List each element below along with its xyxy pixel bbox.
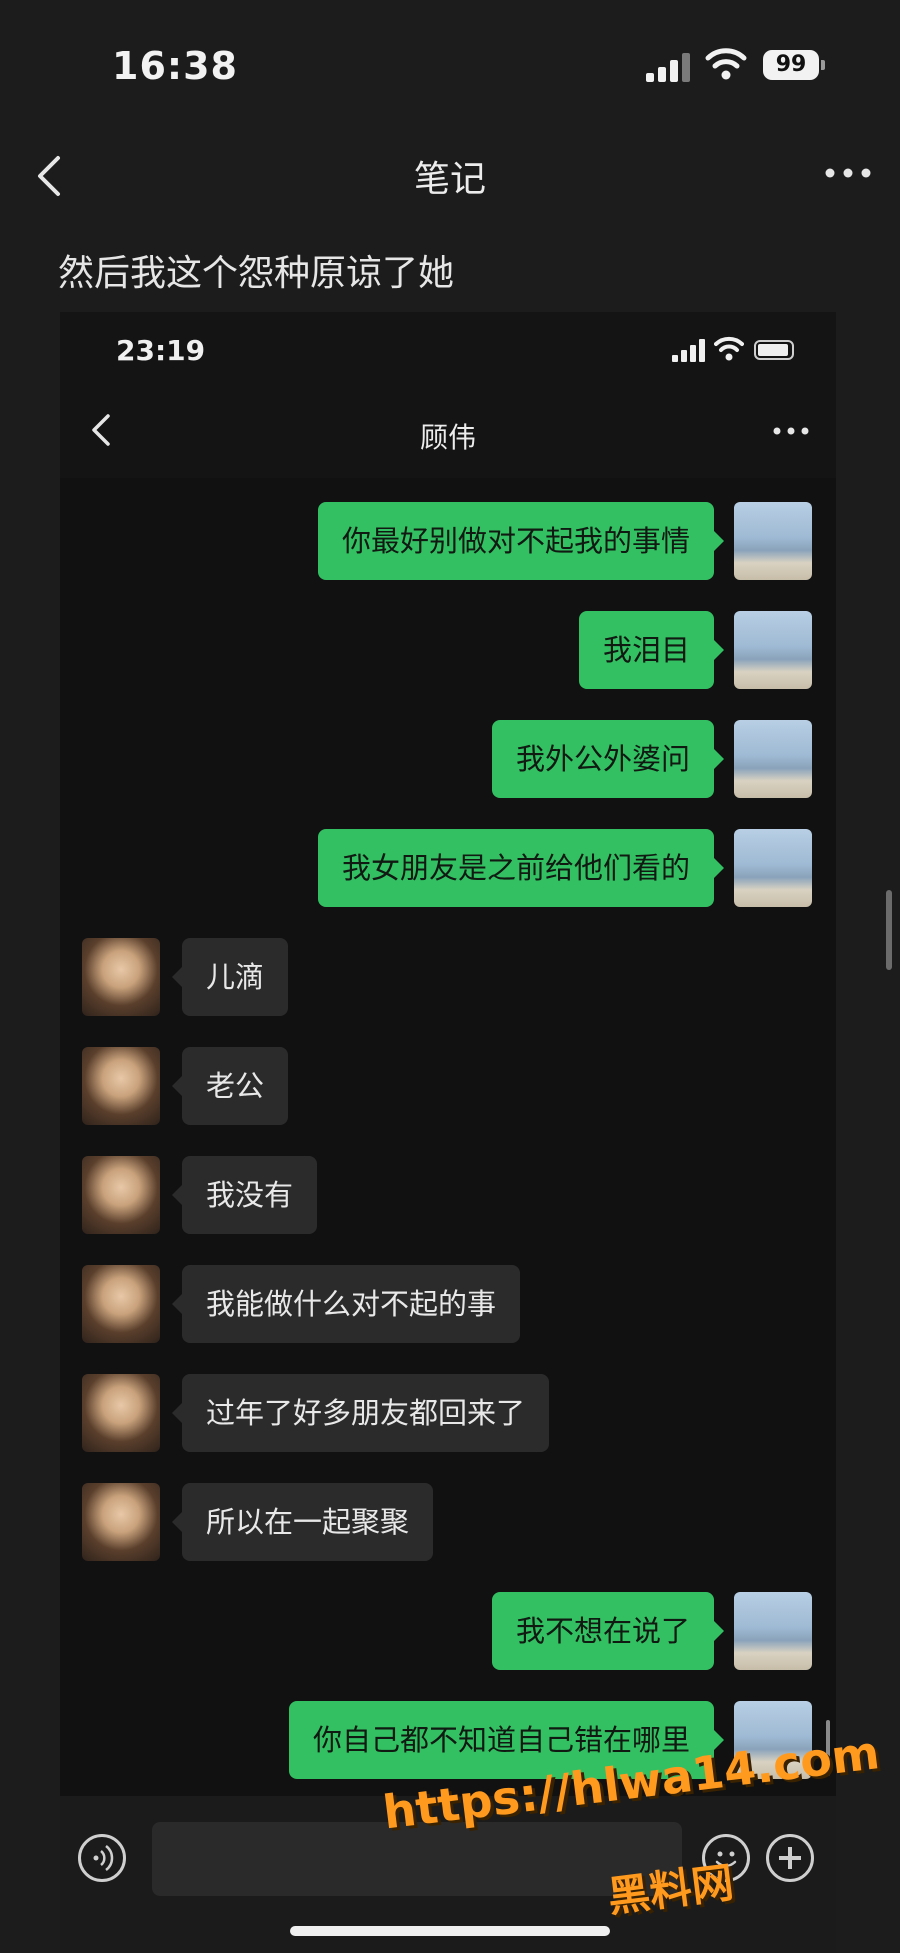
message-bubble[interactable]: 所以在一起聚聚	[171, 1483, 434, 1561]
voice-icon[interactable]	[78, 1834, 126, 1882]
note-text: 然后我这个怨种原谅了她	[58, 253, 455, 294]
received-message[interactable]: 过年了好多朋友都回来了	[60, 1374, 836, 1454]
notes-nav-bar: 笔记	[0, 140, 900, 210]
received-message[interactable]: 儿滴	[60, 938, 836, 1018]
contact-avatar[interactable]	[82, 938, 160, 1016]
battery-icon: 99	[763, 50, 825, 80]
add-icon[interactable]	[766, 1834, 814, 1882]
sent-message[interactable]: 我不想在说了	[60, 1592, 836, 1672]
chat-header: 23:19 顾伟	[60, 312, 836, 478]
chat-battery-icon	[754, 340, 794, 360]
chat-screenshot-image: 23:19 顾伟 你最好别做对不起我的事情我泪目我外公外婆问我女朋友是之前给他们…	[60, 312, 836, 1953]
cellular-signal-icon	[646, 50, 692, 82]
chat-status-time: 23:19	[116, 334, 206, 367]
message-bubble[interactable]: 我女朋友是之前给他们看的	[317, 829, 725, 907]
received-message[interactable]: 我没有	[60, 1156, 836, 1236]
page-title: 笔记	[413, 159, 486, 200]
received-message[interactable]: 所以在一起聚聚	[60, 1483, 836, 1563]
home-indicator	[290, 1926, 610, 1936]
sent-message[interactable]: 你最好别做对不起我的事情	[60, 502, 836, 582]
message-bubble[interactable]: 过年了好多朋友都回来了	[171, 1374, 550, 1452]
contact-avatar[interactable]	[82, 1483, 160, 1561]
status-bar: 16:38 99	[0, 0, 900, 130]
contact-avatar[interactable]	[82, 1265, 160, 1343]
message-bubble[interactable]: 我外公外婆问	[491, 720, 725, 798]
page-scrollbar	[886, 890, 892, 970]
received-message[interactable]: 老公	[60, 1047, 836, 1127]
more-options-icon[interactable]	[824, 162, 872, 184]
status-time: 16:38	[112, 44, 238, 88]
chat-cellular-icon	[672, 338, 706, 362]
sent-message[interactable]: 我外公外婆问	[60, 720, 836, 800]
message-bubble[interactable]: 我不想在说了	[491, 1592, 725, 1670]
my-avatar[interactable]	[734, 720, 812, 798]
my-avatar[interactable]	[734, 611, 812, 689]
my-avatar[interactable]	[734, 1592, 812, 1670]
wifi-icon	[705, 48, 747, 80]
message-bubble[interactable]: 我没有	[171, 1156, 318, 1234]
contact-avatar[interactable]	[82, 1047, 160, 1125]
chat-more-icon[interactable]	[772, 424, 810, 438]
message-bubble[interactable]: 我能做什么对不起的事	[171, 1265, 521, 1343]
sent-message[interactable]: 我女朋友是之前给他们看的	[60, 829, 836, 909]
my-avatar[interactable]	[734, 502, 812, 580]
message-bubble[interactable]: 老公	[171, 1047, 289, 1125]
message-bubble[interactable]: 你最好别做对不起我的事情	[317, 502, 725, 580]
chat-wifi-icon	[714, 336, 744, 361]
received-message[interactable]: 我能做什么对不起的事	[60, 1265, 836, 1345]
contact-avatar[interactable]	[82, 1374, 160, 1452]
my-avatar[interactable]	[734, 829, 812, 907]
sent-message[interactable]: 我泪目	[60, 611, 836, 691]
chat-contact-name: 顾伟	[419, 421, 476, 454]
message-bubble[interactable]: 我泪目	[578, 611, 725, 689]
contact-avatar[interactable]	[82, 1156, 160, 1234]
message-bubble[interactable]: 儿滴	[171, 938, 289, 1016]
